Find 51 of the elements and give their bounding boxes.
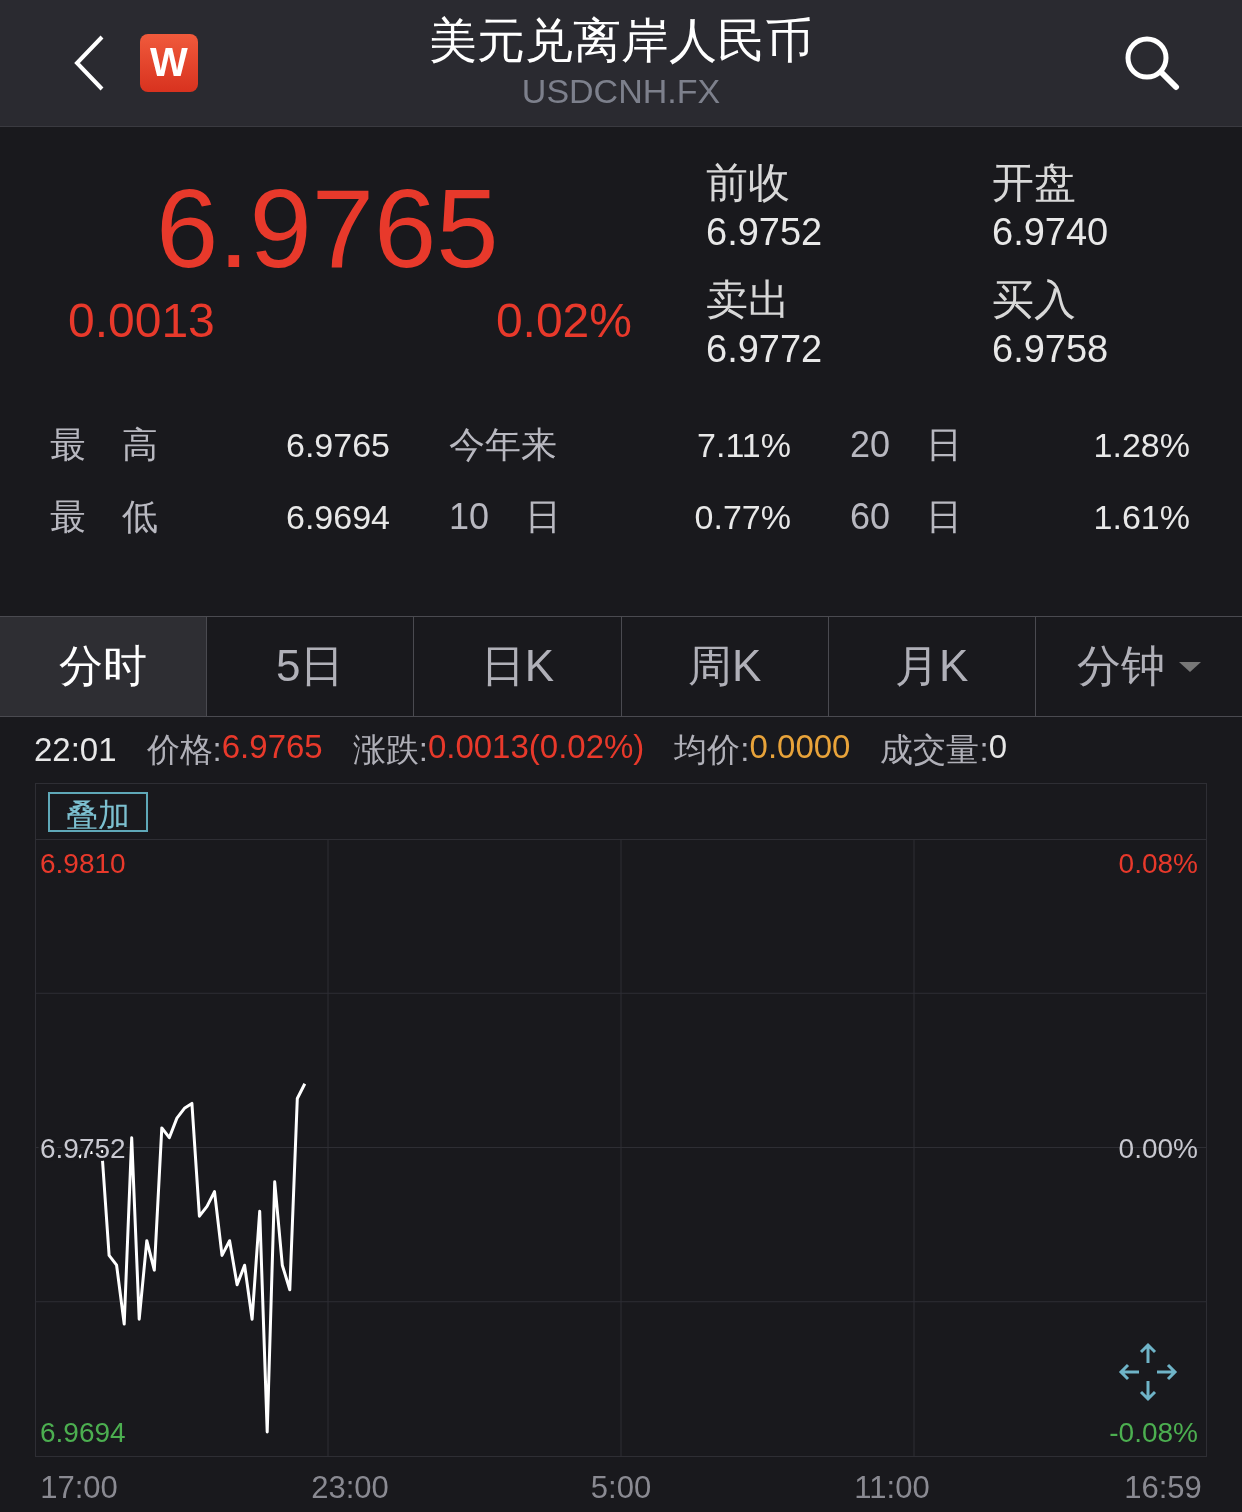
- quote-label: 开盘: [992, 157, 1076, 208]
- quote-value: 6.9752: [706, 209, 823, 255]
- x-axis-label: 11:00: [854, 1470, 930, 1505]
- chart-tab[interactable]: 分时: [0, 617, 208, 717]
- info-value: 0: [988, 727, 1007, 767]
- stat-label: 最 高: [50, 422, 158, 467]
- stat-value: 7.11%: [697, 424, 791, 466]
- page-title: 美元兑离岸人民币: [429, 12, 813, 69]
- info-value: 0.0013(0.02%): [427, 727, 645, 767]
- app-logo[interactable]: W: [140, 33, 198, 92]
- last-price: 6.9765: [155, 164, 499, 293]
- info-value: 0.0000: [749, 727, 851, 767]
- overlay-button[interactable]: 叠加: [48, 791, 148, 832]
- quote-label: 卖出: [706, 274, 790, 325]
- y-axis-label: 6.9810: [40, 848, 126, 880]
- ticker-symbol: USDCNH.FX: [521, 70, 721, 112]
- stat-value: 0.77%: [694, 496, 791, 538]
- back-icon[interactable]: [72, 33, 106, 92]
- info-label: 成交量:: [880, 729, 989, 770]
- stat-label: 60 日: [850, 494, 963, 539]
- stat-label: 最 低: [50, 494, 158, 539]
- quote-value: 6.9758: [992, 326, 1109, 372]
- quote-time: 22:01: [34, 731, 117, 770]
- stat-value: 1.61%: [1093, 496, 1190, 538]
- info-value: 6.9765: [221, 727, 323, 767]
- percent-axis-label: 0.00%: [1118, 1132, 1198, 1164]
- x-axis-label: 23:00: [311, 1470, 389, 1505]
- percent-axis-label: -0.08%: [1109, 1417, 1198, 1448]
- expand-icon[interactable]: [1117, 1341, 1179, 1403]
- y-axis-label: 6.9752: [40, 1132, 126, 1164]
- price-change: 0.0013: [68, 292, 215, 348]
- quote-value: 6.9772: [706, 326, 823, 372]
- stat-value: 1.28%: [1093, 424, 1190, 466]
- info-label: 价格:: [146, 729, 222, 770]
- x-axis-label: 16:59: [1124, 1470, 1202, 1505]
- percent-axis-label: 0.08%: [1118, 848, 1198, 880]
- stat-label: 10 日: [449, 494, 562, 539]
- stat-value: 6.9765: [286, 424, 390, 466]
- search-icon[interactable]: [1124, 34, 1180, 91]
- quote-label: 买入: [992, 274, 1076, 325]
- y-axis-label: 6.9694: [40, 1417, 126, 1448]
- info-label: 均价:: [674, 729, 750, 770]
- stat-label: 20 日: [850, 422, 963, 467]
- x-axis-label: 17:00: [40, 1470, 118, 1505]
- quote-label: 前收: [706, 157, 790, 208]
- x-axis-label: 5:00: [590, 1470, 652, 1505]
- percent-change: 0.02%: [495, 292, 632, 348]
- stat-label: 今年来: [449, 422, 557, 467]
- quote-value: 6.9740: [992, 209, 1109, 255]
- stat-value: 6.9694: [286, 496, 390, 538]
- info-label: 涨跌:: [352, 729, 428, 770]
